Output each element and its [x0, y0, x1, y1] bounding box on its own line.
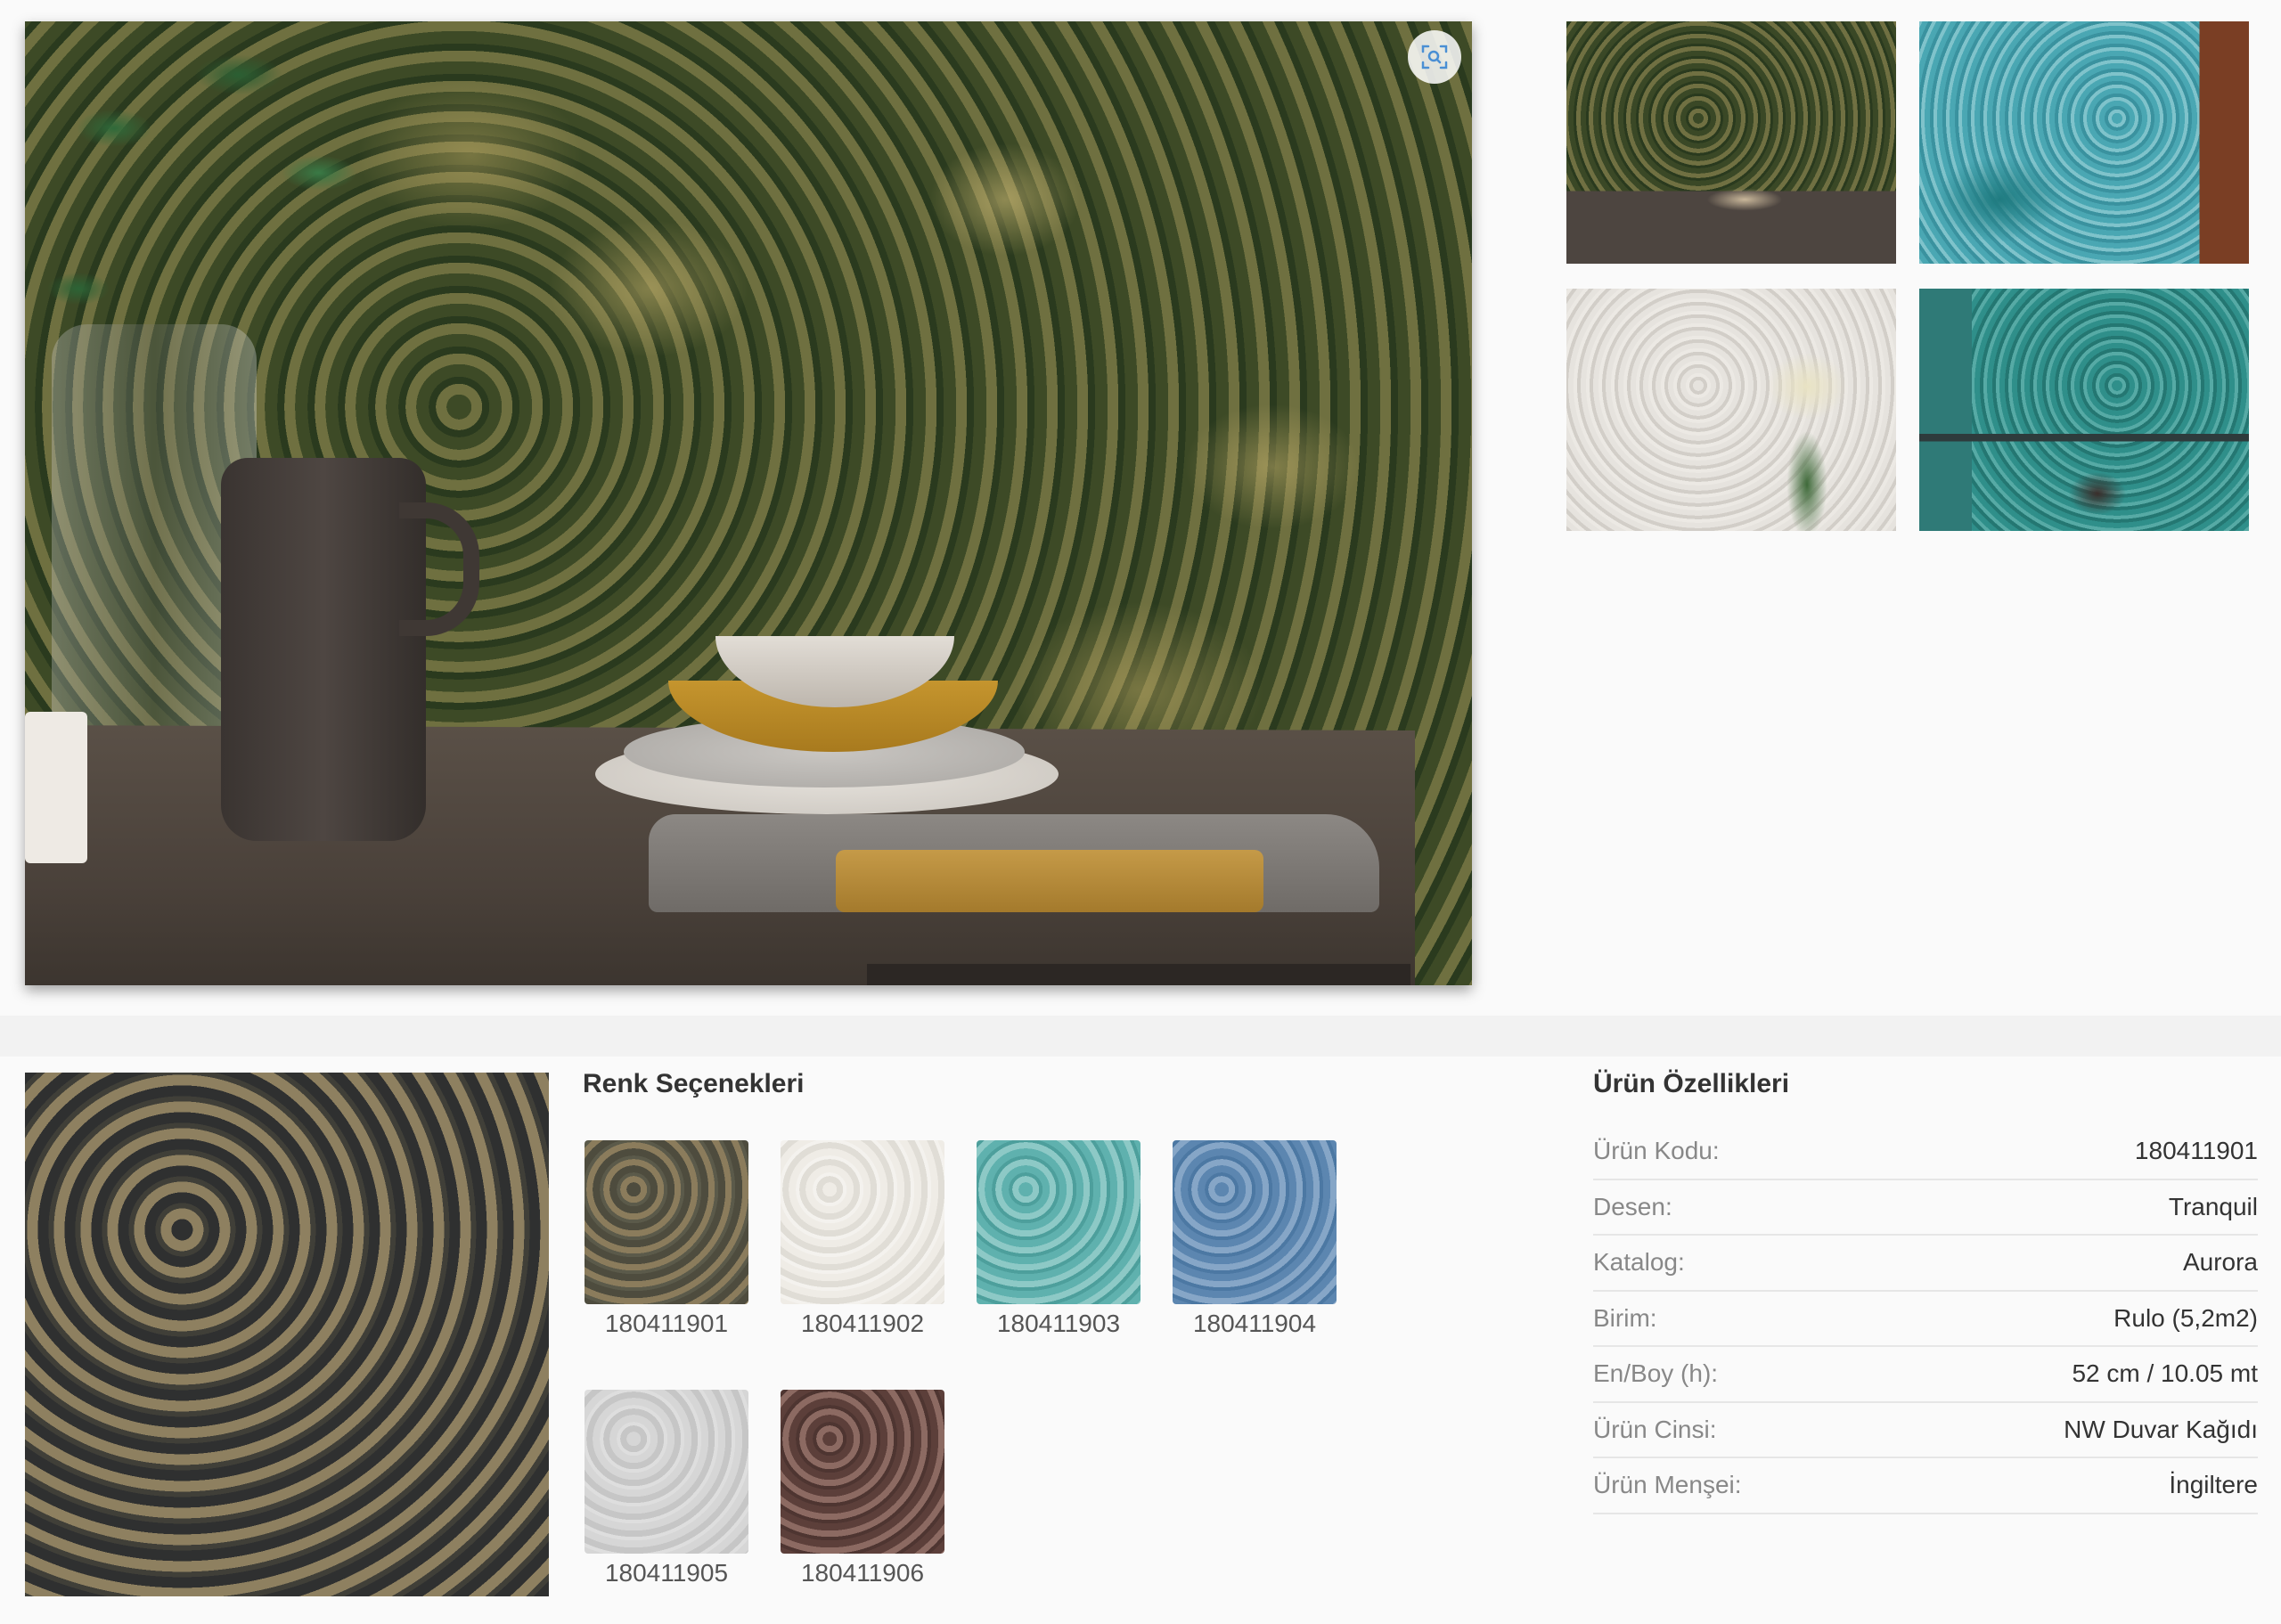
color-code: 180411904 — [1192, 1310, 1317, 1337]
color-swatch[interactable] — [1173, 1140, 1337, 1304]
spec-label: Birim: — [1593, 1303, 1657, 1332]
thumbnail-1[interactable] — [1566, 21, 1896, 264]
spec-row: Birim: Rulo (5,2m2) — [1593, 1292, 2258, 1347]
color-option[interactable]: 180411904 — [1173, 1140, 1337, 1338]
thumbnail-2[interactable] — [1919, 21, 2249, 264]
pattern-swatch-large[interactable] — [25, 1073, 549, 1596]
spec-value: 180411901 — [2134, 1137, 2258, 1165]
color-option[interactable]: 180411903 — [977, 1140, 1140, 1338]
color-option[interactable]: 180411902 — [781, 1140, 944, 1338]
jug-handle — [399, 502, 479, 636]
dark-jug — [221, 458, 426, 841]
spec-row: Ürün Cinsi: NW Duvar Kağıdı — [1593, 1403, 2258, 1458]
spec-label: Ürün Kodu: — [1593, 1137, 1720, 1165]
spec-label: En/Boy (h): — [1593, 1359, 1719, 1388]
product-specs-title: Ürün Özellikleri — [1593, 1069, 1790, 1098]
zoom-icon — [1421, 45, 1448, 69]
color-code: 180411902 — [800, 1310, 925, 1337]
color-option[interactable]: 180411905 — [585, 1390, 748, 1587]
table-drawer — [867, 964, 1410, 985]
spec-value: Rulo (5,2m2) — [2113, 1303, 2258, 1332]
spec-row: En/Boy (h): 52 cm / 10.05 mt — [1593, 1347, 2258, 1403]
product-gallery — [0, 0, 2281, 1016]
color-swatch[interactable] — [585, 1390, 748, 1554]
spec-label: Ürün Menşei: — [1593, 1471, 1742, 1499]
thumbnail-3[interactable] — [1566, 289, 1896, 531]
main-product-image[interactable] — [25, 21, 1472, 985]
color-swatch[interactable] — [585, 1140, 748, 1304]
spec-row: Desen: Tranquil — [1593, 1180, 2258, 1236]
color-swatch[interactable] — [977, 1140, 1140, 1304]
product-specs-table: Ürün Kodu: 180411901 Desen: Tranquil Kat… — [1593, 1124, 2258, 1514]
spec-label: Ürün Cinsi: — [1593, 1415, 1717, 1443]
section-divider — [0, 1016, 2281, 1057]
color-code: 180411905 — [604, 1559, 729, 1587]
color-code: 180411901 — [604, 1310, 729, 1337]
spec-row: Ürün Kodu: 180411901 — [1593, 1124, 2258, 1180]
white-cup — [25, 712, 87, 863]
thumbnail-grid — [1566, 21, 2252, 531]
spec-row: Ürün Menşei: İngiltere — [1593, 1458, 2258, 1514]
color-code: 180411906 — [800, 1559, 925, 1587]
zoom-button[interactable] — [1408, 30, 1461, 84]
spec-value: 52 cm / 10.05 mt — [2072, 1359, 2258, 1388]
spec-value: İngiltere — [2169, 1471, 2258, 1499]
napkin-yellow — [836, 850, 1263, 912]
spec-value: Aurora — [2182, 1248, 2258, 1277]
spec-row: Katalog: Aurora — [1593, 1236, 2258, 1292]
spec-value: Tranquil — [2168, 1192, 2258, 1220]
color-swatch[interactable] — [781, 1390, 944, 1554]
color-code: 180411903 — [996, 1310, 1121, 1337]
spec-label: Desen: — [1593, 1192, 1672, 1220]
product-details: Renk Seçenekleri 180411901 180411902 180… — [0, 1057, 2281, 1624]
thumbnail-4[interactable] — [1919, 289, 2249, 531]
spec-value: NW Duvar Kağıdı — [2064, 1415, 2258, 1443]
spec-label: Katalog: — [1593, 1248, 1685, 1277]
color-option[interactable]: 180411901 — [585, 1140, 748, 1338]
color-swatch[interactable] — [781, 1140, 944, 1304]
color-options-title: Renk Seçenekleri — [583, 1069, 805, 1098]
color-option[interactable]: 180411906 — [781, 1390, 944, 1587]
